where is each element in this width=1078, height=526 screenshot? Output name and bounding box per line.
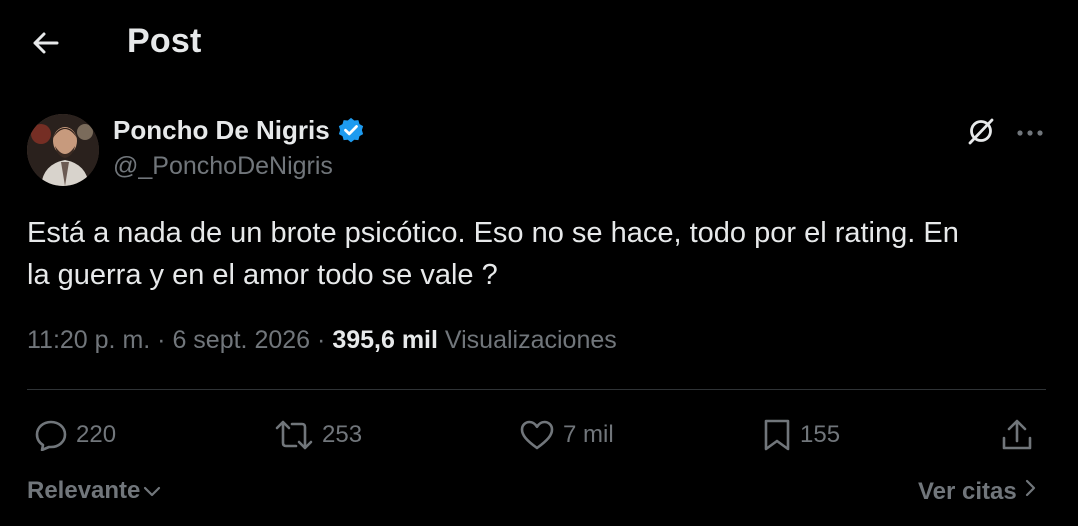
page-title: Post: [127, 22, 202, 60]
more-dots-icon: [1016, 124, 1044, 142]
bookmark-button[interactable]: 155: [762, 414, 840, 456]
like-icon: [519, 419, 555, 451]
author-handle[interactable]: @_PonchoDeNigris: [113, 152, 333, 181]
views-count: 395,6 mil: [332, 326, 438, 354]
tweet-text: Está a nada de un brote psicótico. Eso n…: [27, 217, 959, 291]
avatar[interactable]: [27, 114, 99, 186]
more-options-button[interactable]: [1010, 114, 1050, 152]
sort-dropdown[interactable]: Relevante: [27, 477, 162, 505]
header-bar: Post: [0, 0, 1078, 88]
chevron-down-icon: [142, 477, 162, 505]
tweet-date[interactable]: 6 sept. 2026: [172, 326, 310, 354]
chevron-right-icon: [1023, 477, 1037, 506]
bookmark-count: 155: [800, 421, 841, 448]
repost-count: 253: [322, 421, 363, 448]
tweet-time[interactable]: 11:20 p. m.: [27, 326, 150, 354]
repost-button[interactable]: 253: [274, 414, 362, 456]
like-button[interactable]: 7 mil: [519, 414, 614, 456]
divider: [27, 389, 1046, 390]
view-quotes-link[interactable]: Ver citas: [918, 477, 1037, 506]
verified-badge-icon[interactable]: [336, 116, 366, 146]
tweet-meta: 11:20 p. m. · 6 sept. 2026 · 395,6 mil V…: [27, 326, 617, 355]
meta-separator: ·: [317, 326, 326, 354]
share-icon: [1000, 418, 1034, 452]
reply-count: 220: [76, 421, 117, 448]
sort-label: Relevante: [27, 477, 141, 504]
arrow-left-icon: [31, 31, 59, 60]
meta-separator: ·: [157, 326, 166, 354]
share-button[interactable]: [1000, 414, 1034, 456]
author-name[interactable]: Poncho De Nigris: [113, 115, 330, 146]
like-count: 7 mil: [563, 421, 614, 448]
reply-button[interactable]: 220: [34, 414, 116, 456]
grok-button[interactable]: [962, 114, 1000, 152]
repost-icon: [274, 419, 314, 451]
back-button[interactable]: [26, 26, 64, 64]
grok-icon: [966, 116, 996, 151]
view-quotes-label: Ver citas: [918, 477, 1017, 505]
views-label: Visualizaciones: [444, 326, 617, 354]
bookmark-icon: [762, 418, 792, 452]
reply-icon: [34, 419, 68, 451]
author-name-row[interactable]: Poncho De Nigris: [113, 115, 366, 146]
